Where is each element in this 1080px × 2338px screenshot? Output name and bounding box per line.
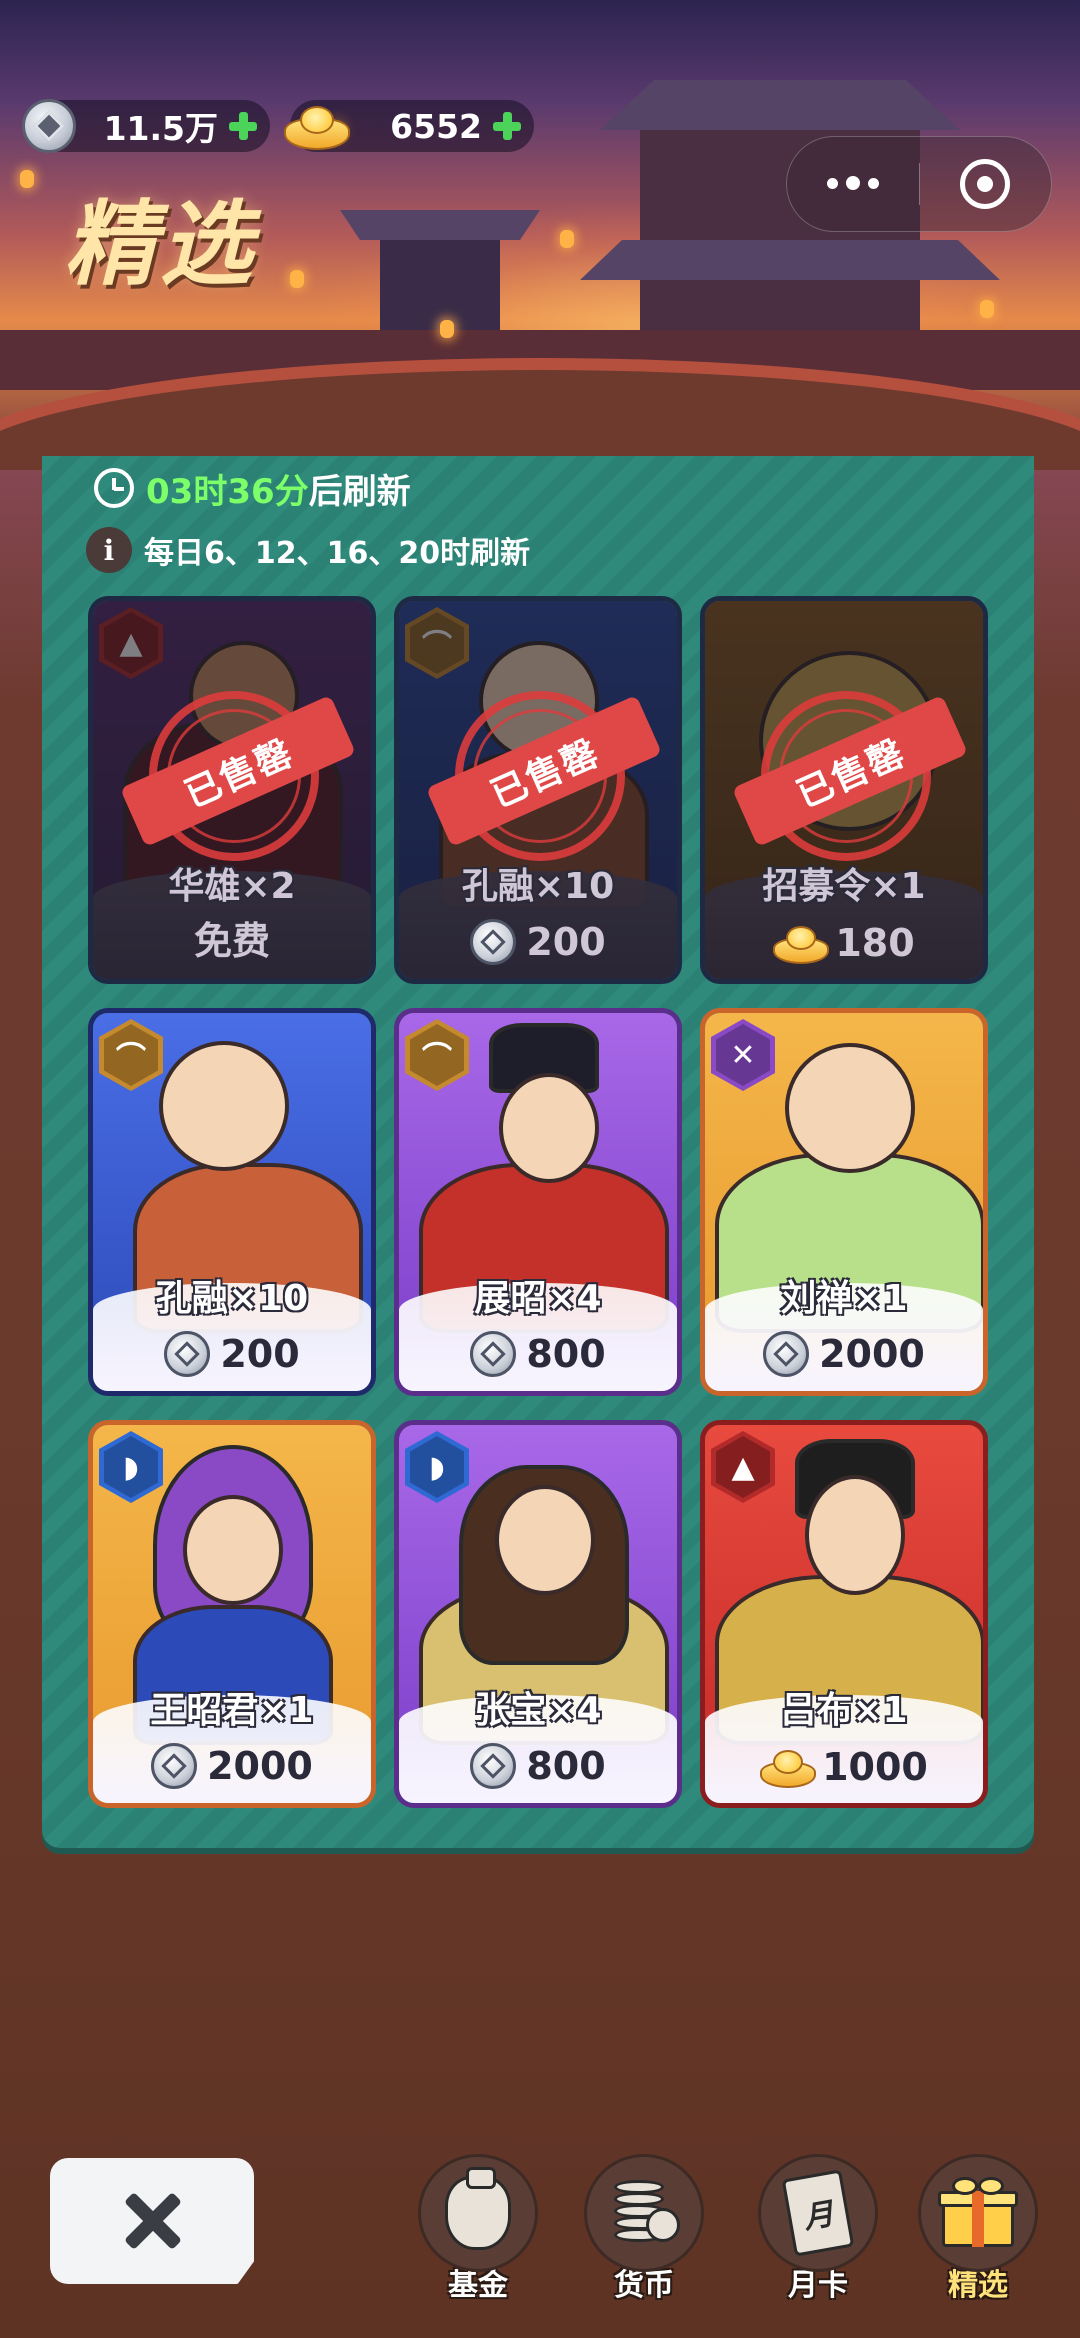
gold-amount: 6552	[390, 106, 482, 146]
schedule-text: 每日6、12、16、20时刷新	[144, 536, 531, 571]
pagoda-roof	[340, 210, 540, 240]
card-price: 800	[399, 1331, 677, 1377]
month-card-icon: 月	[781, 2169, 855, 2257]
hero-head	[499, 1073, 599, 1183]
price-value: 1000	[822, 1745, 928, 1789]
card-item-name: 招募令×1	[762, 866, 926, 907]
price-value: 2000	[207, 1744, 313, 1788]
fund-bag-icon	[445, 2167, 511, 2250]
price-value: 180	[835, 921, 915, 965]
shop-card-kongrong[interactable]: ⌒ 孔融×10 200	[88, 1008, 376, 1396]
tab-currency[interactable]: 货币	[582, 2154, 706, 2304]
refresh-schedule: i 每日6、12、16、20时刷新	[86, 522, 530, 578]
close-button[interactable]	[50, 2158, 254, 2284]
lantern	[560, 230, 574, 248]
card-price: 2000	[93, 1743, 371, 1789]
refresh-countdown: 03时36分 后刷新	[94, 462, 411, 514]
miniprogram-capsule	[786, 136, 1052, 232]
silver-coin-icon	[22, 99, 76, 153]
lantern	[290, 270, 304, 288]
gold-currency[interactable]: 6552	[284, 100, 534, 152]
hero-head	[159, 1041, 289, 1171]
silver-coin-icon	[470, 919, 517, 965]
card-price: 180	[705, 921, 983, 965]
card-item-name: 吕布×1	[780, 1690, 908, 1731]
lantern	[980, 300, 994, 318]
add-silver-plus-icon[interactable]	[226, 109, 260, 143]
dot-icon	[867, 178, 879, 189]
page-title: 精选	[64, 190, 257, 298]
tab-icon-circle	[584, 2154, 704, 2272]
shop-card-kongrong-sold[interactable]: ⌒ 已售罄 孔融×10 200	[394, 596, 682, 984]
add-gold-plus-icon[interactable]	[490, 109, 524, 143]
more-options-button[interactable]	[787, 176, 919, 190]
card-price: 200	[93, 1331, 371, 1377]
clock-icon	[94, 468, 134, 508]
shop-card-recruit-token[interactable]: 已售罄 招募令×1 180	[700, 596, 988, 984]
card-item-name: 孔融×10	[461, 866, 615, 907]
card-price: 200	[399, 919, 677, 965]
shop-panel: 03时36分 后刷新 i 每日6、12、16、20时刷新 ▲ 已售罄 华雄×2 …	[42, 456, 1034, 1848]
gold-ingot-icon	[284, 104, 350, 150]
tab-icon-circle: 月	[758, 2154, 878, 2272]
palace-roof	[580, 240, 1000, 280]
pagoda-roof	[600, 80, 960, 130]
price-value: 800	[526, 1744, 606, 1788]
refresh-suffix: 后刷新	[308, 471, 411, 512]
tab-featured[interactable]: 精选	[916, 2154, 1040, 2304]
shop-card-zhanzhao[interactable]: ⌒ 展昭×4 800	[394, 1008, 682, 1396]
tab-fund[interactable]: 基金	[416, 2154, 540, 2304]
refresh-time: 03时36分	[146, 471, 309, 512]
lantern	[440, 320, 454, 338]
tab-monthly-card[interactable]: 月 月卡	[756, 2154, 880, 2304]
card-item-name: 王昭君×1	[150, 1690, 314, 1731]
tab-icon-circle	[418, 2154, 538, 2272]
silver-coin-icon	[763, 1331, 810, 1377]
silver-coin-icon	[470, 1743, 517, 1789]
silver-coin-icon	[470, 1331, 517, 1377]
coin-stack-icon	[608, 2178, 680, 2248]
info-icon[interactable]: i	[86, 527, 132, 573]
shop-card-lvbu[interactable]: ▲ 吕布×1 1000	[700, 1420, 988, 1808]
dot-icon	[826, 178, 838, 189]
card-item-name: 张宝×4	[474, 1690, 602, 1731]
target-icon	[960, 159, 1011, 209]
hero-head	[805, 1475, 905, 1595]
gold-ingot-icon	[773, 924, 830, 964]
silver-coin-icon	[164, 1331, 211, 1377]
exit-miniprogram-button[interactable]	[920, 159, 1052, 209]
price-value: 800	[526, 1332, 606, 1376]
gold-ingot-icon	[760, 1748, 817, 1788]
card-price: 1000	[705, 1745, 983, 1789]
gift-box-icon	[938, 2177, 1018, 2249]
hero-head	[495, 1485, 595, 1595]
hero-head	[785, 1043, 915, 1173]
lantern	[20, 170, 34, 188]
shop-card-wangzhaojun[interactable]: ◗ 王昭君×1 2000	[88, 1420, 376, 1808]
close-icon	[122, 2191, 182, 2251]
price-free: 免费	[193, 919, 270, 963]
card-price: 2000	[705, 1331, 983, 1377]
price-value: 2000	[819, 1332, 925, 1376]
card-price: 800	[399, 1743, 677, 1789]
price-value: 200	[526, 920, 606, 964]
hero-head	[183, 1495, 283, 1605]
shop-card-zhangbao[interactable]: ◗ 张宝×4 800	[394, 1420, 682, 1808]
silver-amount: 11.5万	[103, 109, 218, 148]
card-item-name: 华雄×2	[168, 866, 296, 907]
silver-currency[interactable]: 11.5万	[22, 99, 270, 153]
card-item-name: 刘禅×1	[780, 1278, 908, 1319]
shop-card-huaxiong[interactable]: ▲ 已售罄 华雄×2 免费	[88, 596, 376, 984]
shop-card-liushan[interactable]: ✕ 刘禅×1 2000	[700, 1008, 988, 1396]
card-item-name: 展昭×4	[474, 1278, 602, 1319]
tab-icon-circle	[918, 2154, 1038, 2272]
card-item-name: 孔融×10	[155, 1278, 309, 1319]
silver-coin-icon	[151, 1743, 198, 1789]
price-value: 200	[220, 1332, 300, 1376]
card-price: 免费	[93, 910, 371, 965]
dot-icon	[845, 176, 860, 190]
